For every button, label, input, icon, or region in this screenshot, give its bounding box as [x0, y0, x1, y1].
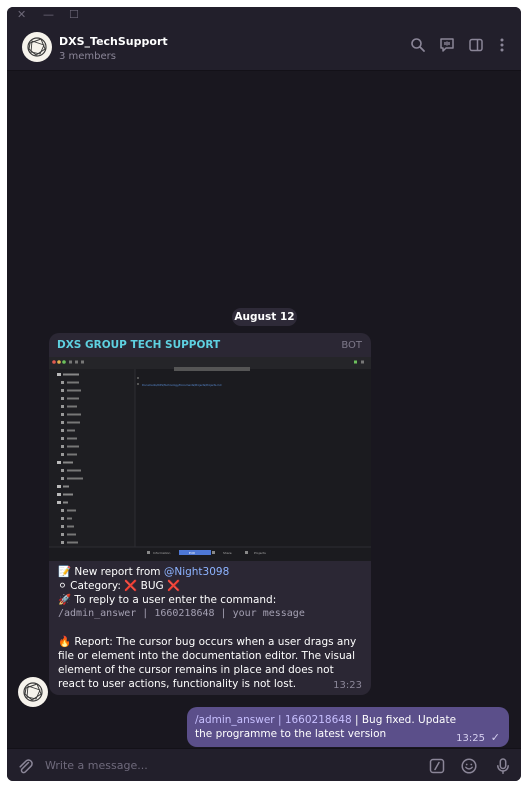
screenshot-path-text: Documents/DXS/Technology/Documents/Proje…	[142, 383, 222, 387]
outgoing-message-text: /admin_answer | 1660218648 | Bug fixed. …	[195, 713, 465, 741]
emoji-icon[interactable]	[460, 757, 478, 775]
screenshot-tab-share: Share	[223, 551, 232, 555]
editor-screenshot-image: Documents/DXS/Technology/Documents/Proje…	[49, 357, 371, 561]
message-time: 13:25	[456, 733, 485, 744]
category-text: Category: ❌ BUG ❌	[70, 580, 181, 592]
admin-command-link[interactable]: /admin_answer | 1660218648	[195, 714, 352, 726]
read-check-icon: ✓	[490, 731, 500, 744]
admin-command-code[interactable]: /admin_answer | 1660218648 | your messag…	[58, 607, 305, 621]
chat-title[interactable]: DXS_TechSupport	[59, 35, 168, 48]
microphone-icon[interactable]	[494, 757, 512, 775]
report-paragraph: 🔥 Report: The cursor bug occurs when a u…	[58, 635, 363, 691]
window-minimize-button[interactable]: —	[43, 8, 54, 22]
sidebar-toggle-icon[interactable]	[467, 36, 485, 54]
fire-icon: 🔥	[58, 636, 72, 648]
video-chat-icon[interactable]	[438, 36, 456, 54]
message-sender-name[interactable]: DXS GROUP TECH SUPPORT	[57, 339, 220, 351]
report-text: Report: The cursor bug occurs when a use…	[58, 636, 357, 690]
attached-screenshot[interactable]: Documents/DXS/Technology/Documents/Proje…	[49, 357, 371, 561]
message-list[interactable]: August 12 DXS GROUP TECH SUPPORT BOT Doc…	[7, 71, 521, 748]
attach-icon[interactable]	[16, 757, 34, 775]
message-composer	[7, 748, 521, 781]
bot-badge: BOT	[341, 340, 362, 351]
rocket-icon: 🚀	[58, 594, 72, 606]
chat-member-count: 3 members	[59, 51, 116, 62]
message-time: 13:23	[333, 680, 362, 691]
window-close-button[interactable]: ✕	[17, 8, 26, 22]
telegram-window: ✕ — ☐ DXS_TechSupport 3 members August 1…	[7, 7, 521, 781]
outgoing-message-bubble[interactable]: /admin_answer | 1660218648 | Bug fixed. …	[187, 707, 509, 747]
command-icon[interactable]	[428, 757, 446, 775]
title-bar: ✕ — ☐	[7, 7, 521, 24]
memo-icon: 📝	[58, 566, 72, 578]
new-report-prefix: New report from	[74, 566, 164, 578]
reply-instruction-text: To reply to a user enter the command:	[74, 594, 277, 606]
logo-icon	[27, 37, 47, 57]
search-icon[interactable]	[409, 36, 427, 54]
category-line: ⚪ Category: ❌ BUG ❌	[58, 579, 180, 593]
white-circle-icon: ⚪	[58, 580, 67, 592]
logo-icon	[23, 682, 43, 702]
new-report-line: 📝 New report from @Night3098	[58, 565, 229, 579]
reply-instruction-line: 🚀 To reply to a user enter the command:	[58, 593, 276, 607]
incoming-message-bubble[interactable]: DXS GROUP TECH SUPPORT BOT Documents/DXS…	[49, 333, 371, 695]
more-vertical-icon[interactable]	[493, 36, 511, 54]
message-input[interactable]	[45, 749, 425, 781]
chat-header: DXS_TechSupport 3 members	[7, 24, 521, 71]
user-mention-link[interactable]: @Night3098	[164, 566, 229, 578]
group-avatar[interactable]	[22, 32, 52, 62]
screenshot-tab-projects: Projects	[254, 551, 266, 555]
date-separator: August 12	[232, 308, 297, 326]
screenshot-tab-edit: Edit	[189, 551, 196, 555]
screenshot-tab-information: Information	[153, 551, 170, 555]
sender-avatar[interactable]	[18, 677, 48, 707]
window-maximize-button[interactable]: ☐	[69, 8, 79, 22]
